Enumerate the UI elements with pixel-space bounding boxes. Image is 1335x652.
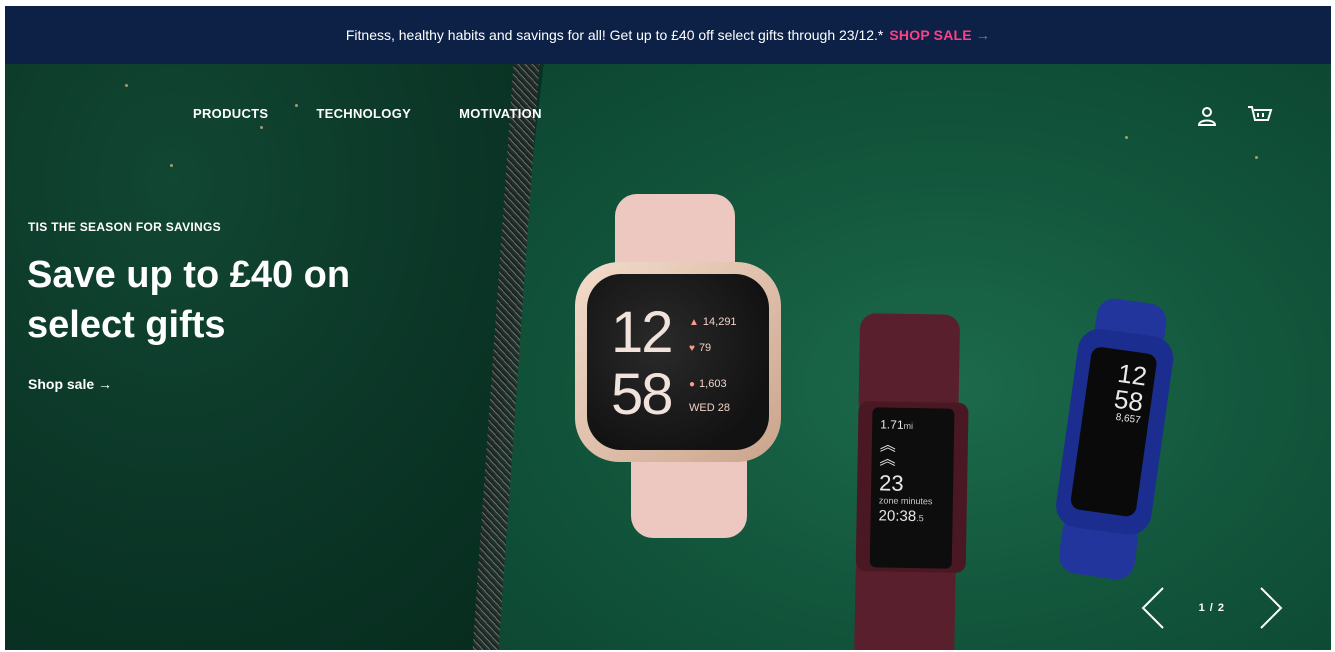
carousel-next-button[interactable] (1255, 586, 1285, 630)
sparkle (125, 84, 128, 87)
watch-date: WED 28 (689, 402, 730, 414)
hero-headline: Save up to £40 on select gifts (27, 254, 351, 346)
sparkle (1255, 156, 1258, 159)
watch-steps: ▲ 14,291 (689, 316, 737, 328)
nav-technology[interactable]: TECHNOLOGY (316, 106, 411, 121)
chevrons-icon: ︽ ︽ (879, 437, 896, 469)
watch-calories: ● 1,603 (689, 378, 727, 390)
carousel-prev-button[interactable] (1139, 586, 1169, 630)
tracker-zone-label: zone minutes (878, 495, 933, 507)
sparkle (1125, 136, 1128, 139)
main-nav: PRODUCTS TECHNOLOGY MOTIVATION (193, 106, 542, 121)
hero-eyebrow: TIS THE SEASON FOR SAVINGS (28, 220, 221, 234)
watch-hour: 12 (611, 300, 673, 365)
watch-screen: 12 58 ▲ 14,291 ♥ 79 ● 1,603 WED 28 (587, 274, 769, 450)
hero-section: PRODUCTS TECHNOLOGY MOTIVATION TIS THE S… (5, 64, 1331, 650)
sparkle (170, 164, 173, 167)
cart-icon[interactable] (1247, 104, 1273, 128)
heart-icon: ♥ (689, 343, 695, 354)
hero-carousel-controls: 1 / 2 (1139, 586, 1285, 630)
watch-heart-rate: ♥ 79 (689, 342, 712, 354)
sparkle (260, 126, 263, 129)
promo-shop-sale-link[interactable]: SHOP SALE → (889, 27, 990, 43)
nav-products[interactable]: PRODUCTS (193, 106, 268, 121)
nav-motivation[interactable]: MOTIVATION (459, 106, 542, 121)
chevron-right-icon (1260, 587, 1283, 629)
page-frame: Fitness, healthy habits and savings for … (5, 6, 1331, 650)
tracker-time: 20:38.5 (878, 507, 924, 526)
chevron-left-icon (1141, 587, 1164, 629)
promo-message: Fitness, healthy habits and savings for … (345, 27, 884, 43)
shop-sale-link[interactable]: Shop sale → (28, 376, 112, 392)
tracker-screen: 1.71mi ︽ ︽ 23 zone minutes 20:38.5 (869, 407, 955, 569)
charge-tracker: 1.71mi ︽ ︽ 23 zone minutes 20:38.5 (853, 313, 970, 650)
tracker-zone-minutes: 23 (878, 470, 904, 496)
tracker-band-top (858, 313, 961, 411)
steps-icon: ▲ (689, 317, 699, 328)
promo-banner: Fitness, healthy habits and savings for … (5, 6, 1331, 64)
flame-icon: ● (689, 379, 696, 390)
header-icons (1195, 104, 1273, 128)
watch-case: 12 58 ▲ 14,291 ♥ 79 ● 1,603 WED 28 (575, 262, 781, 462)
account-icon[interactable] (1195, 104, 1219, 128)
carousel-pager: 1 / 2 (1198, 602, 1225, 614)
watch-minute: 58 (611, 362, 673, 427)
tracker-band-bottom (853, 563, 956, 650)
tracker-distance: 1.71mi (880, 417, 914, 432)
